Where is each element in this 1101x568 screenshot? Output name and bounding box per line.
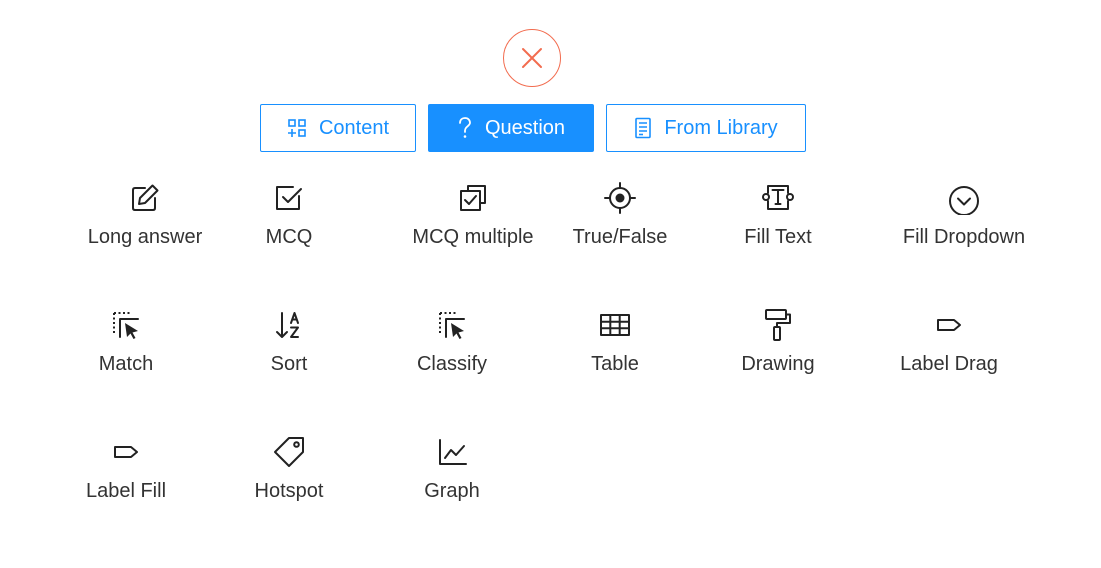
tab-from-library-label: From Library xyxy=(664,116,778,139)
checkbox-icon xyxy=(199,180,379,216)
question-type-match[interactable]: Match xyxy=(36,307,216,397)
insert-type-tabs: Content Question From Library xyxy=(260,104,806,152)
question-type-graph[interactable]: Graph xyxy=(362,434,542,524)
sort-alpha-icon xyxy=(199,307,379,343)
question-type-label-drag[interactable]: Label Drag xyxy=(859,307,1039,397)
question-type-label: Label Drag xyxy=(900,353,998,375)
select-pointer-icon xyxy=(36,307,216,343)
label-icon xyxy=(859,307,1039,343)
question-type-label: Fill Text xyxy=(744,226,812,248)
question-type-label: Table xyxy=(591,353,639,375)
question-type-label: Hotspot xyxy=(254,480,324,502)
question-type-label: Match xyxy=(98,353,154,375)
tab-content-label: Content xyxy=(318,116,390,139)
tab-question[interactable]: Question xyxy=(428,104,594,152)
tab-content[interactable]: Content xyxy=(260,104,416,152)
question-type-label: True/False xyxy=(572,226,668,248)
question-type-label-fill[interactable]: Label Fill xyxy=(36,434,216,524)
question-type-mcq[interactable]: MCQ xyxy=(199,180,379,270)
select-pointer-icon xyxy=(362,307,542,343)
library-icon xyxy=(634,117,652,139)
chevron-circle-icon xyxy=(874,180,1054,216)
question-type-label: Label Fill xyxy=(85,480,167,502)
line-chart-icon xyxy=(362,434,542,470)
question-type-fill-dropdown[interactable]: Fill Dropdown xyxy=(874,180,1054,270)
content-blocks-icon xyxy=(287,118,307,138)
text-field-icon xyxy=(688,180,868,216)
question-mark-icon xyxy=(457,117,473,139)
question-type-sort[interactable]: Sort xyxy=(199,307,379,397)
tab-from-library[interactable]: From Library xyxy=(606,104,806,152)
tab-question-label: Question xyxy=(484,116,566,139)
question-type-label: MCQ xyxy=(265,226,313,248)
paint-roller-icon xyxy=(688,307,868,343)
question-type-label: Drawing xyxy=(741,353,815,375)
question-type-classify[interactable]: Classify xyxy=(362,307,542,397)
question-type-table[interactable]: Table xyxy=(525,307,705,397)
question-type-label: Sort xyxy=(270,353,308,375)
tag-icon xyxy=(199,434,379,470)
question-type-label: Graph xyxy=(424,480,480,502)
label-icon xyxy=(36,434,216,470)
question-type-drawing[interactable]: Drawing xyxy=(688,307,868,397)
close-icon xyxy=(522,48,542,68)
table-icon xyxy=(525,307,705,343)
question-type-fill-text[interactable]: Fill Text xyxy=(688,180,868,270)
question-type-hotspot[interactable]: Hotspot xyxy=(199,434,379,524)
close-button[interactable] xyxy=(503,29,561,87)
target-icon xyxy=(530,180,710,216)
question-type-true-false[interactable]: True/False xyxy=(530,180,710,270)
question-type-label: Fill Dropdown xyxy=(902,226,1026,248)
question-type-label: Classify xyxy=(416,353,487,375)
